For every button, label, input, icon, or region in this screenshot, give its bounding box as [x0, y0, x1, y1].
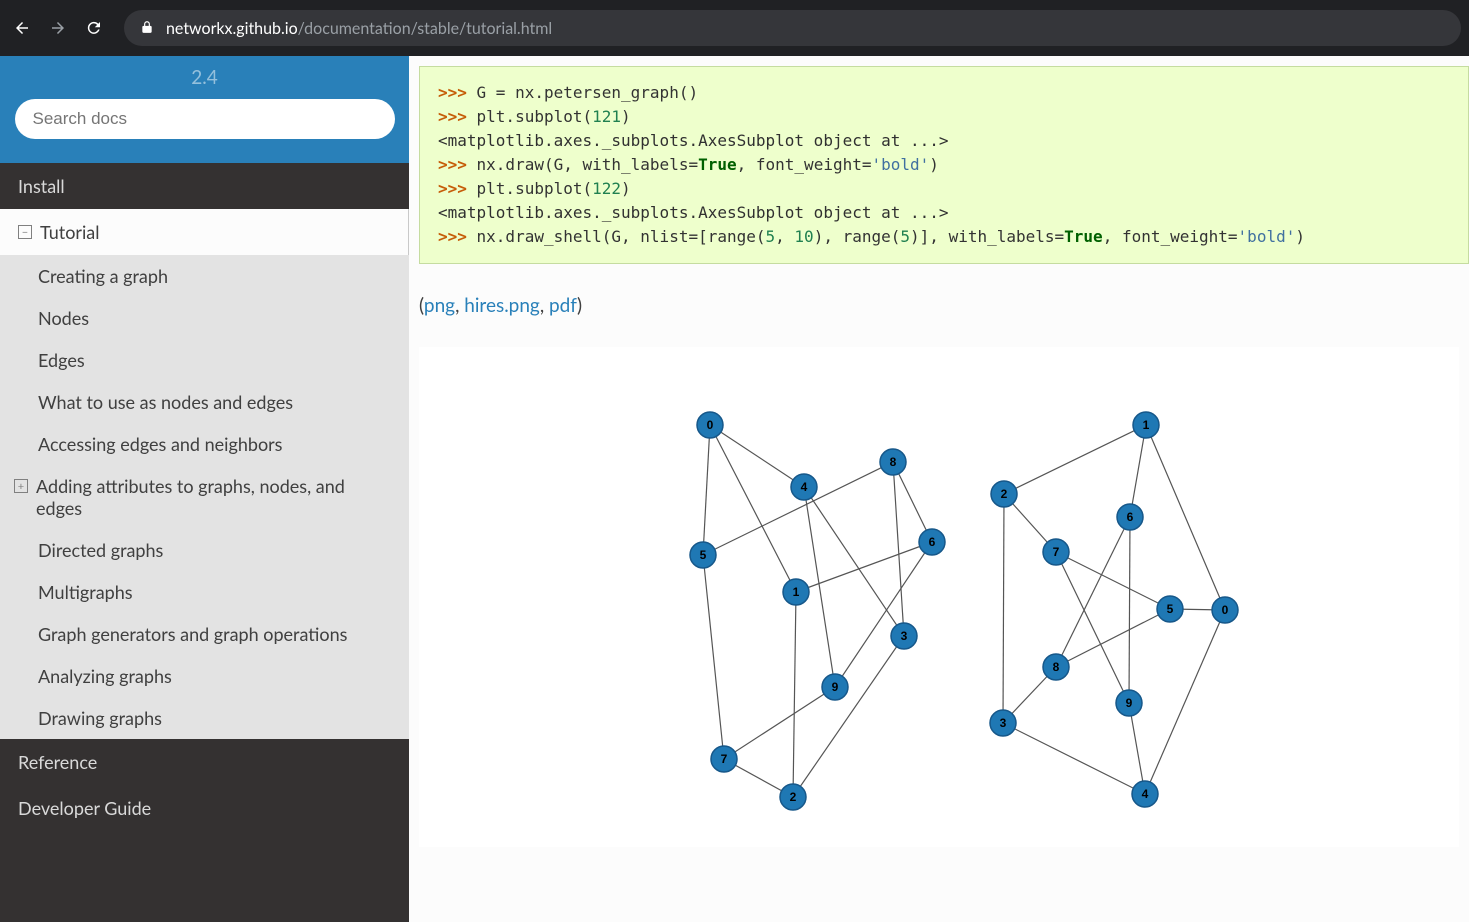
graph-figure: 0 1 2 3 4 5 6 7 8 9 0 1 2 3 4 5 6 7 8 9	[419, 347, 1459, 847]
nav-sub-label: Edges	[38, 349, 85, 371]
graph-node-label: 9	[1126, 696, 1133, 710]
graph-node-label: 7	[721, 752, 728, 766]
nav-sub-label: Multigraphs	[38, 581, 133, 603]
nav-sub-what-to-use-as-nodes-and-edges[interactable]: What to use as nodes and edges	[0, 381, 409, 423]
graph-node-label: 0	[1222, 603, 1229, 617]
link-png[interactable]: png	[424, 294, 455, 317]
graph-node-label: 2	[790, 790, 797, 804]
nav-item-developer-guide[interactable]: Developer Guide	[0, 785, 409, 831]
url-text: networkx.github.io/documentation/stable/…	[166, 19, 552, 38]
nav-sub-edges[interactable]: Edges	[0, 339, 409, 381]
main-content: >>> G = nx.petersen_graph() >>> plt.subp…	[409, 56, 1469, 922]
graph-edge	[1056, 552, 1170, 609]
graph-node-label: 4	[1142, 787, 1149, 801]
reload-button[interactable]	[80, 14, 108, 42]
link-pdf[interactable]: pdf	[549, 294, 577, 317]
nav-sub-label: Creating a graph	[38, 265, 168, 287]
graph-node-label: 1	[1143, 418, 1150, 432]
graph-edge	[893, 462, 904, 636]
graph-node-label: 7	[1053, 545, 1060, 559]
graph-node-label: 3	[1000, 716, 1007, 730]
nav-sub-analyzing-graphs[interactable]: Analyzing graphs	[0, 655, 409, 697]
graph-edge	[1130, 425, 1146, 517]
graph-node-label: 5	[1167, 602, 1174, 616]
graph-edge	[710, 425, 796, 592]
graph-node-label: 6	[929, 535, 936, 549]
nav-sub-label: Analyzing graphs	[38, 665, 172, 687]
nav-sub-label: Accessing edges and neighbors	[38, 433, 282, 455]
graph-node-label: 6	[1127, 510, 1134, 524]
back-button[interactable]	[8, 14, 36, 42]
nav-sub-accessing-edges-and-neighbors[interactable]: Accessing edges and neighbors	[0, 423, 409, 465]
graph-edge	[1056, 609, 1170, 667]
graph-node-label: 4	[801, 480, 808, 494]
forward-button[interactable]	[44, 14, 72, 42]
graph-node-label: 1	[793, 585, 800, 599]
nav-item-reference[interactable]: Reference	[0, 739, 409, 785]
graph-edge	[793, 636, 904, 797]
graph-edge	[793, 592, 796, 797]
graph-node-label: 9	[832, 680, 839, 694]
graph-edge	[1129, 517, 1130, 703]
graph-edge	[1004, 425, 1146, 494]
nav-sub-label: What to use as nodes and edges	[38, 391, 293, 413]
expand-icon[interactable]: +	[14, 479, 28, 493]
graph-node-label: 2	[1001, 487, 1008, 501]
browser-toolbar: networkx.github.io/documentation/stable/…	[0, 0, 1469, 56]
graph-edge	[710, 425, 804, 487]
nav-sub-label: Adding attributes to graphs, nodes, and …	[36, 475, 391, 519]
nav-sub-creating-a-graph[interactable]: Creating a graph	[0, 255, 409, 297]
graph-edge	[1003, 723, 1145, 794]
graph-edge	[1145, 610, 1225, 794]
nav-item-install[interactable]: Install	[0, 163, 409, 209]
graph-edge	[1056, 517, 1130, 667]
graph-edge	[1146, 425, 1225, 610]
lock-icon	[140, 19, 154, 38]
nav-sub-nodes[interactable]: Nodes	[0, 297, 409, 339]
download-links: (png, hires.png, pdf)	[409, 264, 1469, 347]
graph-edge	[1003, 494, 1004, 723]
graph-node-label: 3	[901, 629, 908, 643]
nav-sub-graph-generators-and-graph-ope[interactable]: Graph generators and graph operations	[0, 613, 409, 655]
nav-sub-label: Nodes	[38, 307, 89, 329]
nav-sub-adding-attributes-to-graphs-no[interactable]: + Adding attributes to graphs, nodes, and…	[0, 465, 409, 529]
nav-sub-drawing-graphs[interactable]: Drawing graphs	[0, 697, 409, 739]
graph-edge	[804, 487, 904, 636]
nav-sub-multigraphs[interactable]: Multigraphs	[0, 571, 409, 613]
graph-edge	[703, 425, 710, 555]
url-bar[interactable]: networkx.github.io/documentation/stable/…	[124, 10, 1461, 46]
nav-item-tutorial[interactable]: −Tutorial	[0, 209, 409, 255]
graph-edge	[1129, 703, 1145, 794]
sidebar: 2.4 Install−TutorialCreating a graphNode…	[0, 56, 409, 922]
nav-sub-label: Graph generators and graph operations	[38, 623, 347, 645]
graph-edge	[724, 687, 835, 759]
nav-sub-label: Drawing graphs	[38, 707, 162, 729]
graph-edge	[1056, 552, 1129, 703]
collapse-icon[interactable]: −	[18, 225, 32, 239]
graph-node-label: 5	[700, 548, 707, 562]
link-hires[interactable]: hires.png	[464, 294, 540, 317]
nav-sub-label: Directed graphs	[38, 539, 163, 561]
graph-edge	[703, 555, 724, 759]
graph-node-label: 8	[890, 455, 897, 469]
graph-node-label: 8	[1053, 660, 1060, 674]
graph-node-label: 0	[707, 418, 714, 432]
search-input[interactable]	[15, 99, 395, 139]
nav-sub-directed-graphs[interactable]: Directed graphs	[0, 529, 409, 571]
code-block: >>> G = nx.petersen_graph() >>> plt.subp…	[419, 66, 1469, 264]
nav-label: Tutorial	[40, 221, 99, 243]
version-label: 2.4	[191, 66, 218, 99]
